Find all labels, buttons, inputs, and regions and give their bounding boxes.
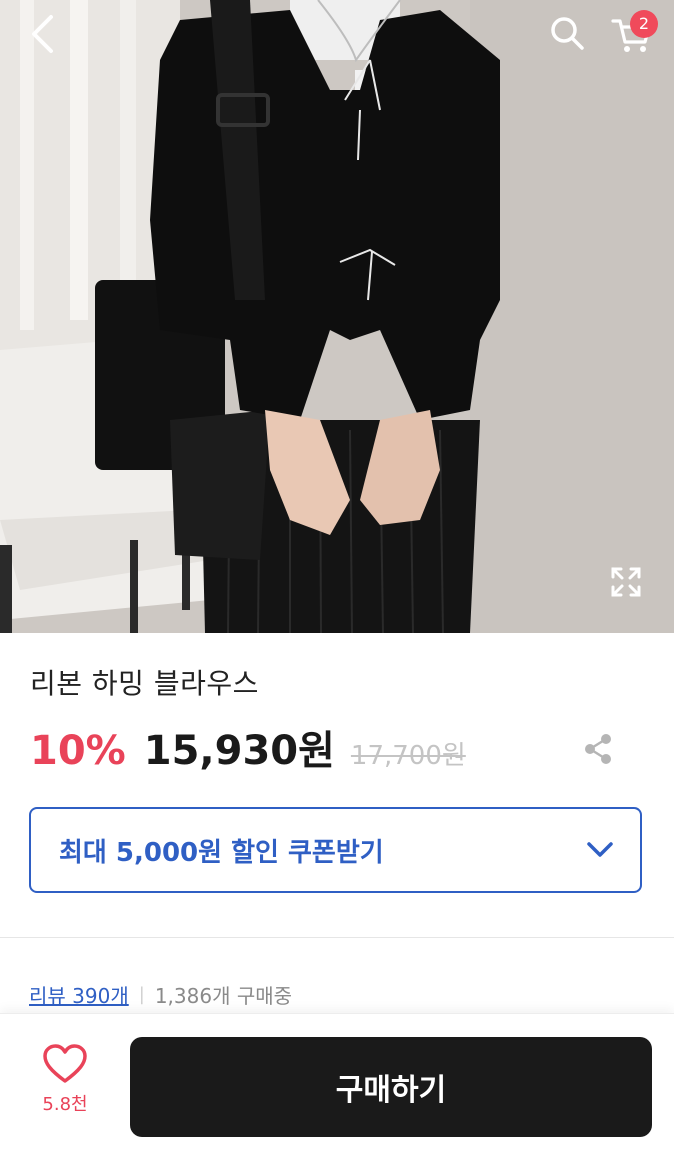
price-row: 10% 15,930원 17,700원 — [30, 718, 466, 774]
section-divider — [0, 937, 674, 938]
cart-count-badge: 2 — [630, 10, 658, 38]
sale-price: 15,930원 — [143, 728, 335, 774]
heart-icon — [43, 1044, 87, 1083]
bottom-action-bar: 5.8천 구매하기 — [0, 1013, 674, 1150]
product-image[interactable]: 2 — [0, 0, 674, 633]
product-photo — [0, 0, 674, 633]
top-navigation-bar: 2 — [0, 0, 674, 70]
share-button[interactable] — [578, 728, 618, 770]
expand-icon — [611, 567, 641, 597]
back-button[interactable] — [20, 12, 64, 56]
cart-button[interactable]: 2 — [606, 10, 658, 60]
chevron-left-icon — [32, 15, 53, 53]
review-count-link[interactable]: 리뷰 390개 — [29, 980, 129, 1009]
original-price: 17,700원 — [350, 741, 466, 771]
product-title: 리본 하밍 블라우스 — [30, 667, 259, 700]
buyer-count: 1,386개 구매중 — [154, 984, 293, 1008]
buy-button[interactable]: 구매하기 — [130, 1037, 652, 1137]
stats-separator: | — [138, 984, 145, 1005]
product-stats: 리뷰 390개 | 1,386개 구매중 — [29, 980, 292, 1009]
zoom-image-button[interactable] — [604, 560, 648, 604]
coupon-label: 최대 5,000원 할인 쿠폰받기 — [59, 837, 384, 868]
chevron-down-icon — [587, 842, 613, 857]
share-icon — [585, 734, 611, 764]
like-count: 5.8천 — [42, 1094, 88, 1115]
like-button[interactable]: 5.8천 — [22, 1044, 108, 1144]
search-icon — [551, 17, 584, 50]
discount-rate: 10% — [30, 728, 126, 774]
coupon-download-button[interactable]: 최대 5,000원 할인 쿠폰받기 — [29, 807, 642, 893]
search-button[interactable] — [544, 10, 590, 56]
